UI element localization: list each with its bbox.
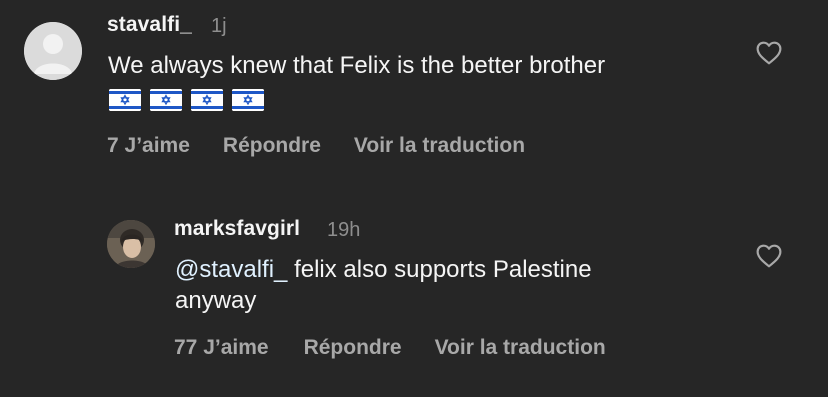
comment-username[interactable]: stavalfi_ — [107, 13, 192, 37]
comment-text: @stavalfi_ felix also supports Palestine — [175, 254, 592, 286]
likes-count-button[interactable]: 77 J’aime — [174, 336, 269, 360]
comment-timestamp: 19h — [327, 219, 361, 241]
avatar[interactable] — [107, 220, 155, 268]
flag-israel-icon — [232, 89, 264, 111]
reply-button[interactable]: Répondre — [304, 336, 402, 360]
flag-israel-icon — [109, 89, 141, 111]
comment-text-line1: felix also supports Palestine — [287, 256, 592, 283]
flag-israel-icon — [191, 89, 223, 111]
comment-text: We always knew that Felix is the better … — [108, 52, 606, 79]
emoji-row — [109, 89, 264, 111]
comments-thread: stavalfi_ 1j We always knew that Felix i… — [0, 0, 828, 397]
comment-actions: 7 J’aime Répondre Voir la traduction — [107, 134, 525, 158]
comment-username[interactable]: marksfavgirl — [174, 217, 300, 241]
comment-actions: 77 J’aime Répondre Voir la traduction — [174, 336, 606, 360]
reply-button[interactable]: Répondre — [223, 134, 321, 158]
mention-link[interactable]: @stavalfi_ — [175, 256, 287, 283]
flag-israel-icon — [150, 89, 182, 111]
translate-button[interactable]: Voir la traduction — [354, 134, 525, 158]
translate-button[interactable]: Voir la traduction — [435, 336, 606, 360]
heart-outline-icon[interactable] — [756, 41, 782, 65]
comment-timestamp: 1j — [211, 15, 227, 37]
likes-count-button[interactable]: 7 J’aime — [107, 134, 190, 158]
heart-outline-icon[interactable] — [756, 244, 782, 268]
default-avatar-icon[interactable] — [24, 22, 82, 80]
comment-text-line2: anyway — [175, 287, 257, 314]
